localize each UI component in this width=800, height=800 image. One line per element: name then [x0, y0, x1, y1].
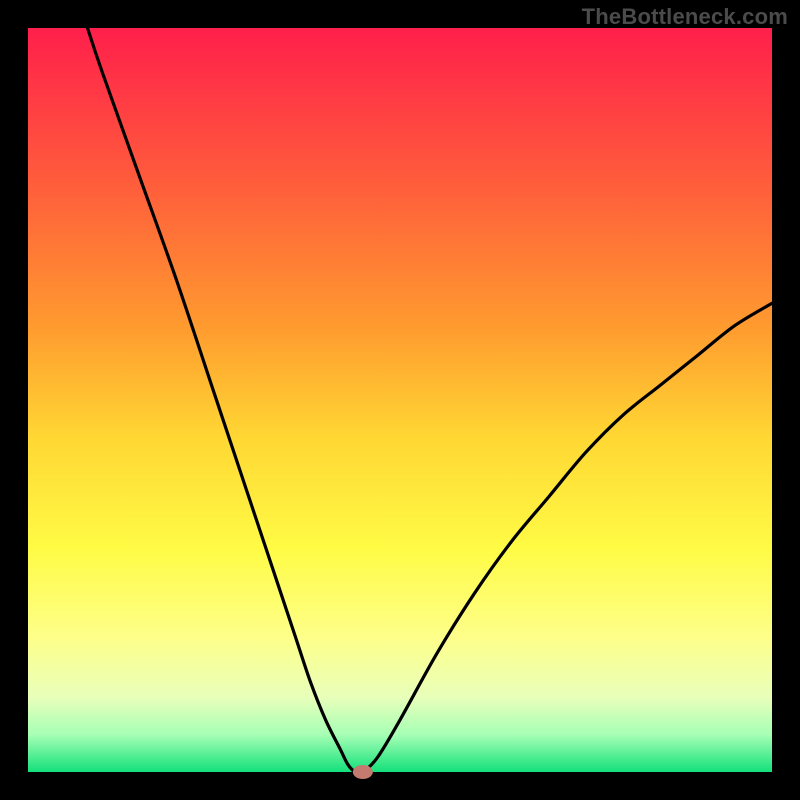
plot-background — [28, 28, 772, 772]
chart-frame: TheBottleneck.com — [0, 0, 800, 800]
bottleneck-chart — [0, 0, 800, 800]
optimum-marker — [353, 765, 373, 779]
